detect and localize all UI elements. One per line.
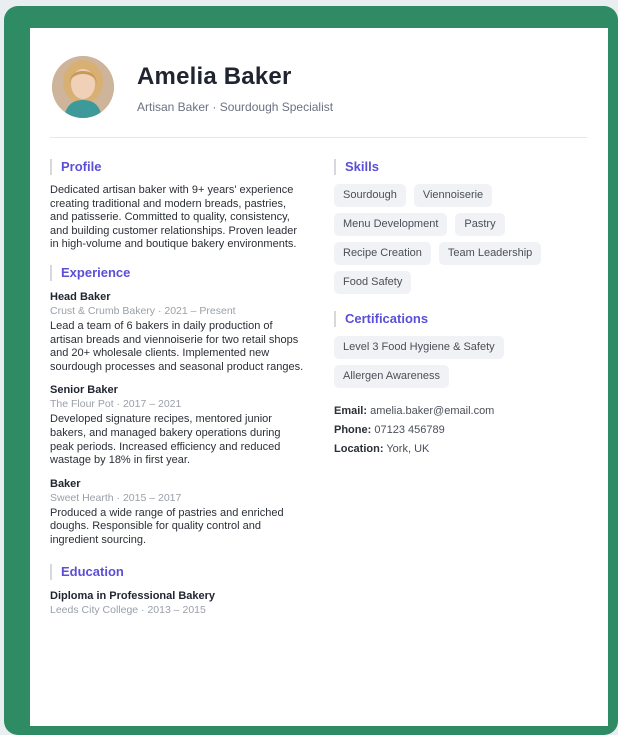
contact-block: Email: amelia.baker@email.com Phone: 071… bbox=[334, 402, 584, 459]
job-title: Baker bbox=[50, 477, 81, 490]
location-value: York, UK bbox=[386, 443, 430, 455]
skill-chip: Menu Development bbox=[334, 213, 448, 236]
avatar-portrait bbox=[52, 56, 114, 118]
job-subtitle: Artisan Baker · Sourdough Specialist bbox=[137, 100, 334, 114]
job-entry: Head Baker Crust & Crumb Bakery · 2021 –… bbox=[50, 290, 306, 374]
contact-phone: Phone: 07123 456789 bbox=[334, 421, 584, 440]
skills-list: Sourdough Viennoiserie Menu Development … bbox=[334, 184, 584, 294]
job-entry: Senior Baker The Flour Pot · 2017 – 2021… bbox=[50, 383, 306, 467]
header-divider bbox=[50, 137, 587, 138]
left-column: Profile Dedicated artisan baker with 9+ … bbox=[50, 159, 306, 619]
job-title: Head Baker bbox=[50, 290, 111, 303]
job-entry: Baker Sweet Hearth · 2015 – 2017 Produce… bbox=[50, 477, 306, 548]
certification-chip: Allergen Awareness bbox=[334, 365, 450, 388]
education-heading: Education bbox=[50, 563, 306, 580]
skill-chip: Recipe Creation bbox=[334, 242, 431, 265]
certification-chip: Level 3 Food Hygiene & Safety bbox=[334, 336, 504, 359]
email-label: Email: bbox=[334, 405, 368, 417]
phone-value: 07123 456789 bbox=[374, 424, 445, 436]
right-column: Skills Sourdough Viennoiserie Menu Devel… bbox=[334, 159, 584, 459]
contact-location: Location: York, UK bbox=[334, 440, 584, 459]
job-description: Lead a team of 6 bakers in daily product… bbox=[50, 319, 304, 373]
certifications-list: Level 3 Food Hygiene & Safety Allergen A… bbox=[334, 336, 584, 388]
frame-background: Amelia Baker Artisan Baker · Sourdough S… bbox=[4, 6, 618, 735]
education-degree: Diploma in Professional Bakery bbox=[50, 589, 216, 602]
skill-chip: Food Safety bbox=[334, 271, 412, 294]
certifications-heading: Certifications bbox=[334, 311, 584, 327]
job-meta: Sweet Hearth · 2015 – 2017 bbox=[50, 491, 182, 504]
location-label: Location: bbox=[334, 443, 384, 455]
profile-heading: Profile bbox=[50, 159, 306, 175]
resume-page: Amelia Baker Artisan Baker · Sourdough S… bbox=[30, 28, 608, 726]
job-meta: The Flour Pot · 2017 – 2021 bbox=[50, 398, 182, 411]
experience-heading: Experience bbox=[50, 264, 306, 281]
profile-text: Dedicated artisan baker with 9+ years' e… bbox=[50, 184, 298, 251]
job-description: Produced a wide range of pastries and en… bbox=[50, 506, 284, 546]
job-description: Developed signature recipes, mentored ju… bbox=[50, 413, 281, 467]
contact-email: Email: amelia.baker@email.com bbox=[334, 402, 584, 421]
job-meta: Crust & Crumb Bakery · 2021 – Present bbox=[50, 304, 236, 317]
skill-chip: Viennoiserie bbox=[413, 184, 493, 207]
email-value[interactable]: amelia.baker@email.com bbox=[370, 405, 494, 417]
page-title: Amelia Baker bbox=[137, 63, 292, 90]
skill-chip: Sourdough bbox=[334, 184, 406, 207]
job-title: Senior Baker bbox=[50, 384, 118, 397]
skill-chip: Pastry bbox=[455, 213, 505, 236]
avatar bbox=[52, 56, 114, 118]
skill-chip: Team Leadership bbox=[438, 242, 542, 265]
phone-label: Phone: bbox=[334, 424, 372, 436]
education-meta: Leeds City College · 2013 – 2015 bbox=[50, 603, 206, 616]
skills-heading: Skills bbox=[334, 159, 584, 175]
